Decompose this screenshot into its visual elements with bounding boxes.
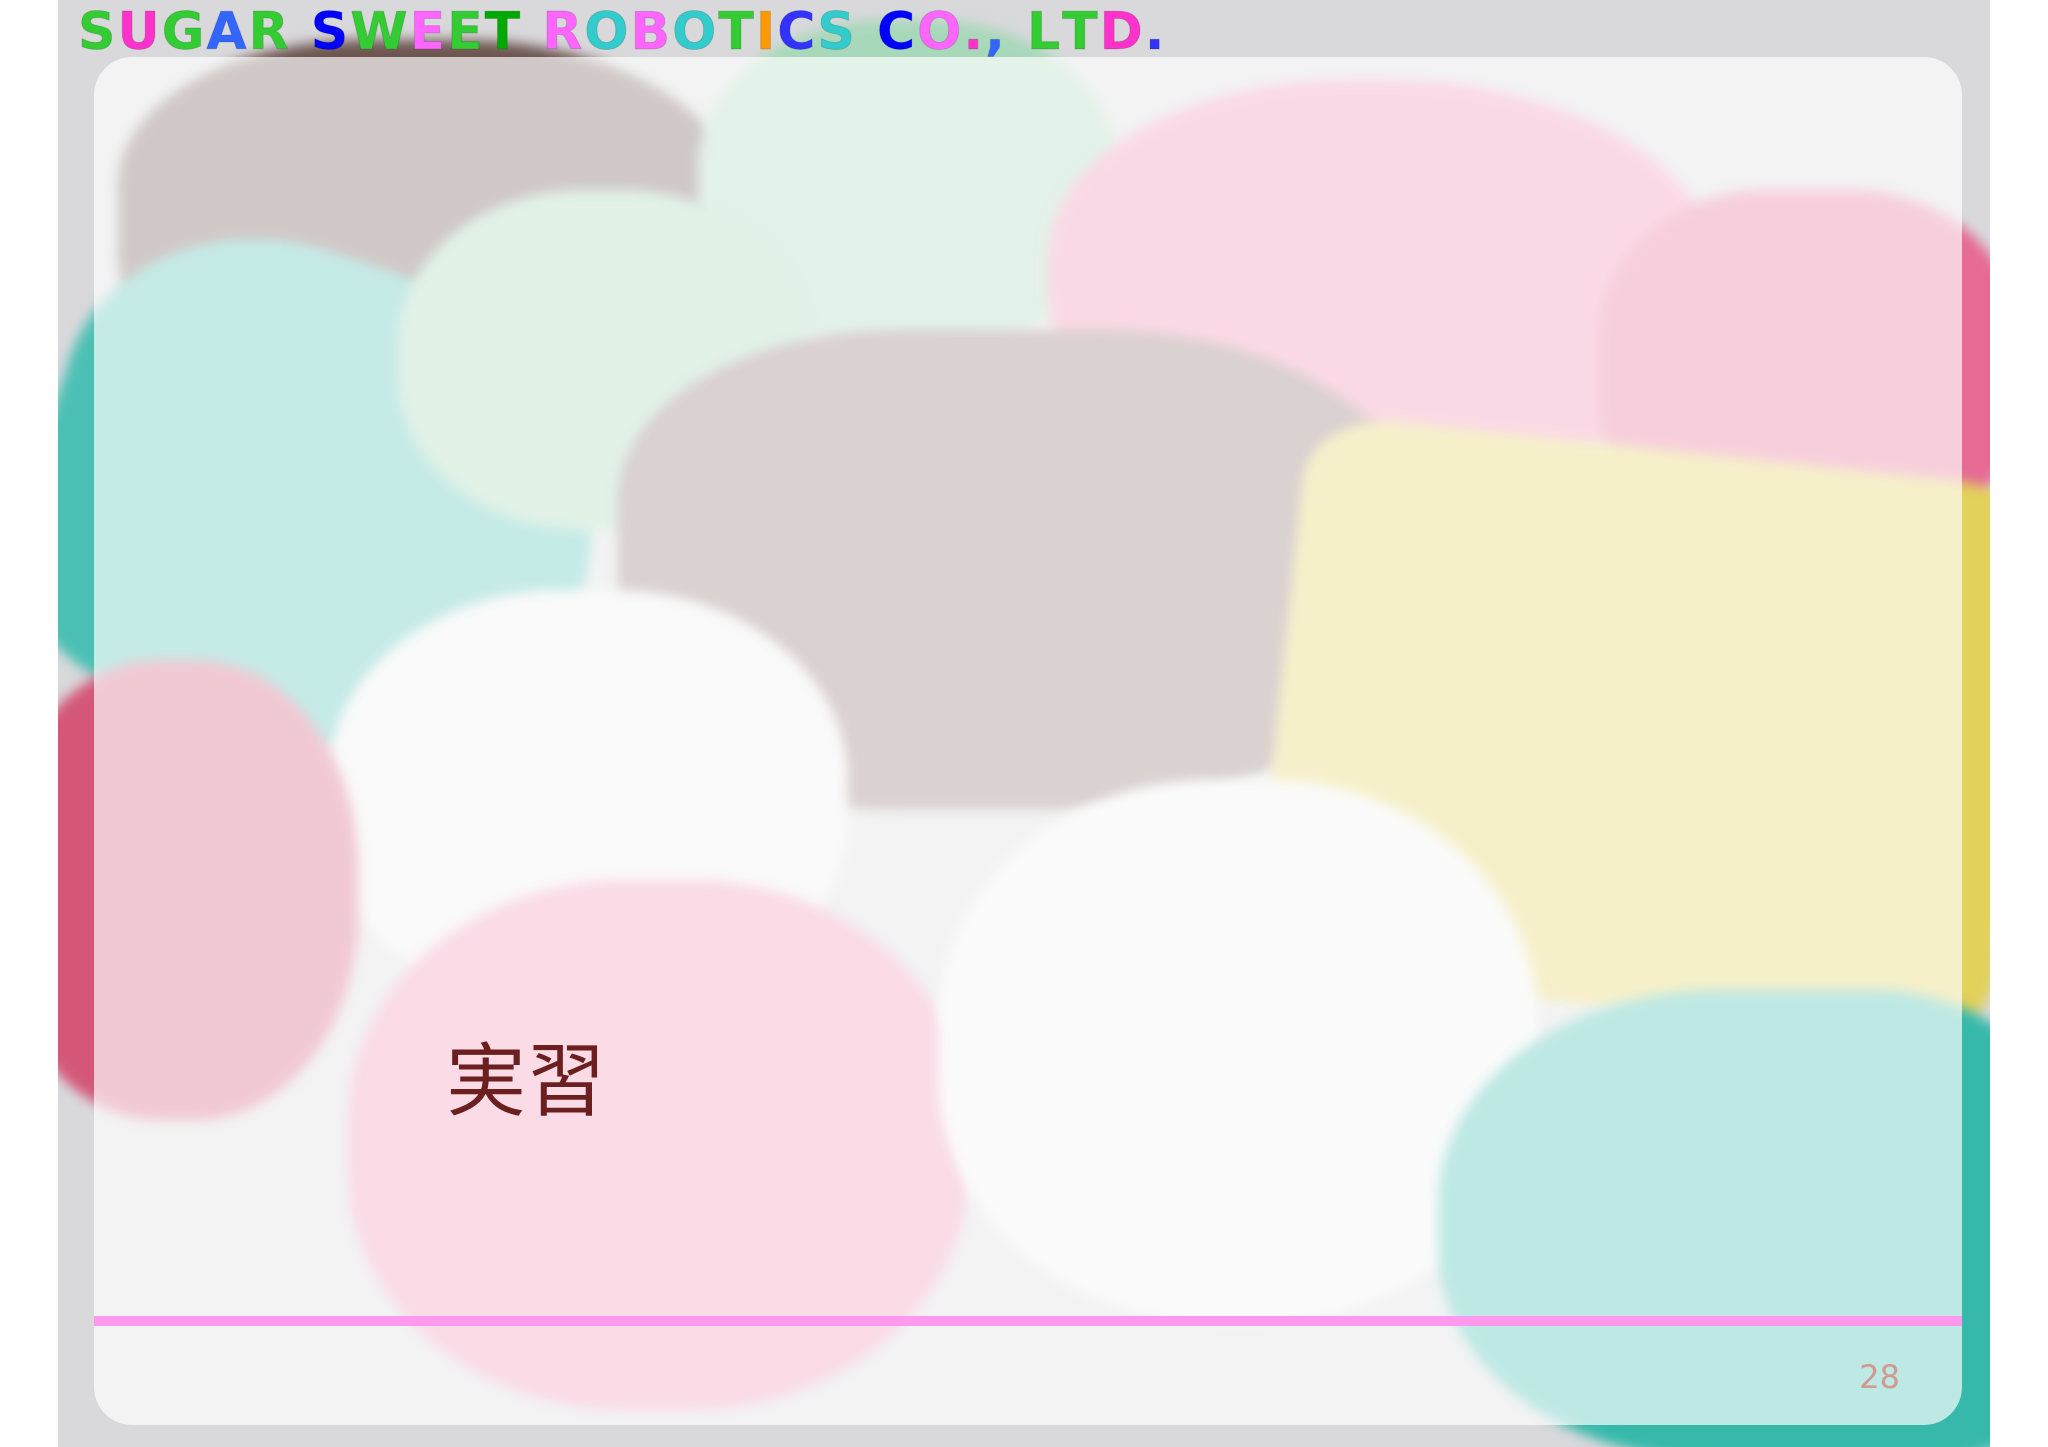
company-title-letter: T (484, 2, 523, 63)
company-title-letter (291, 2, 311, 62)
company-title-letter: E (447, 2, 485, 63)
company-title-letter: W (350, 2, 410, 63)
company-title-letter: S (77, 2, 118, 63)
company-title-letter: A (206, 2, 249, 63)
company-title-letter: U (117, 2, 162, 63)
company-title: SUGAR SWEET ROBOTICS CO., LTD. (77, 2, 1167, 63)
footer-divider (94, 1316, 1962, 1326)
company-title-letter: T (718, 2, 756, 63)
slide-canvas: SUGAR SWEET ROBOTICS CO., LTD. 実習 28 (0, 0, 2048, 1447)
company-title-letter: R (542, 2, 585, 63)
company-title-letter: D (1099, 2, 1145, 63)
company-title-letter: C (876, 2, 918, 63)
company-title-letter: O (672, 2, 719, 63)
company-title-letter (1007, 2, 1027, 62)
company-title-letter: S (817, 2, 857, 63)
company-title-letter: . (1144, 2, 1167, 63)
company-title-letter (857, 2, 877, 62)
company-title-letter: C (777, 2, 818, 63)
company-title-letter: . (963, 2, 986, 63)
company-title-letter: T (1062, 2, 1100, 63)
company-title-letter: G (161, 2, 207, 63)
company-title-letter: L (1026, 2, 1063, 63)
company-title-letter: O (584, 2, 631, 63)
page-number: 28 (1859, 1358, 1900, 1396)
company-title-letter: R (248, 2, 291, 63)
company-title-letter: S (310, 2, 351, 63)
company-title-letter (522, 2, 542, 62)
company-title-letter: E (409, 2, 448, 63)
company-title-letter: I (755, 2, 778, 63)
company-title-letter: , (985, 2, 1007, 63)
company-title-letter: B (630, 2, 673, 63)
slide-heading: 実習 (446, 1035, 606, 1128)
company-title-letter: O (917, 2, 964, 63)
content-panel (94, 57, 1962, 1425)
